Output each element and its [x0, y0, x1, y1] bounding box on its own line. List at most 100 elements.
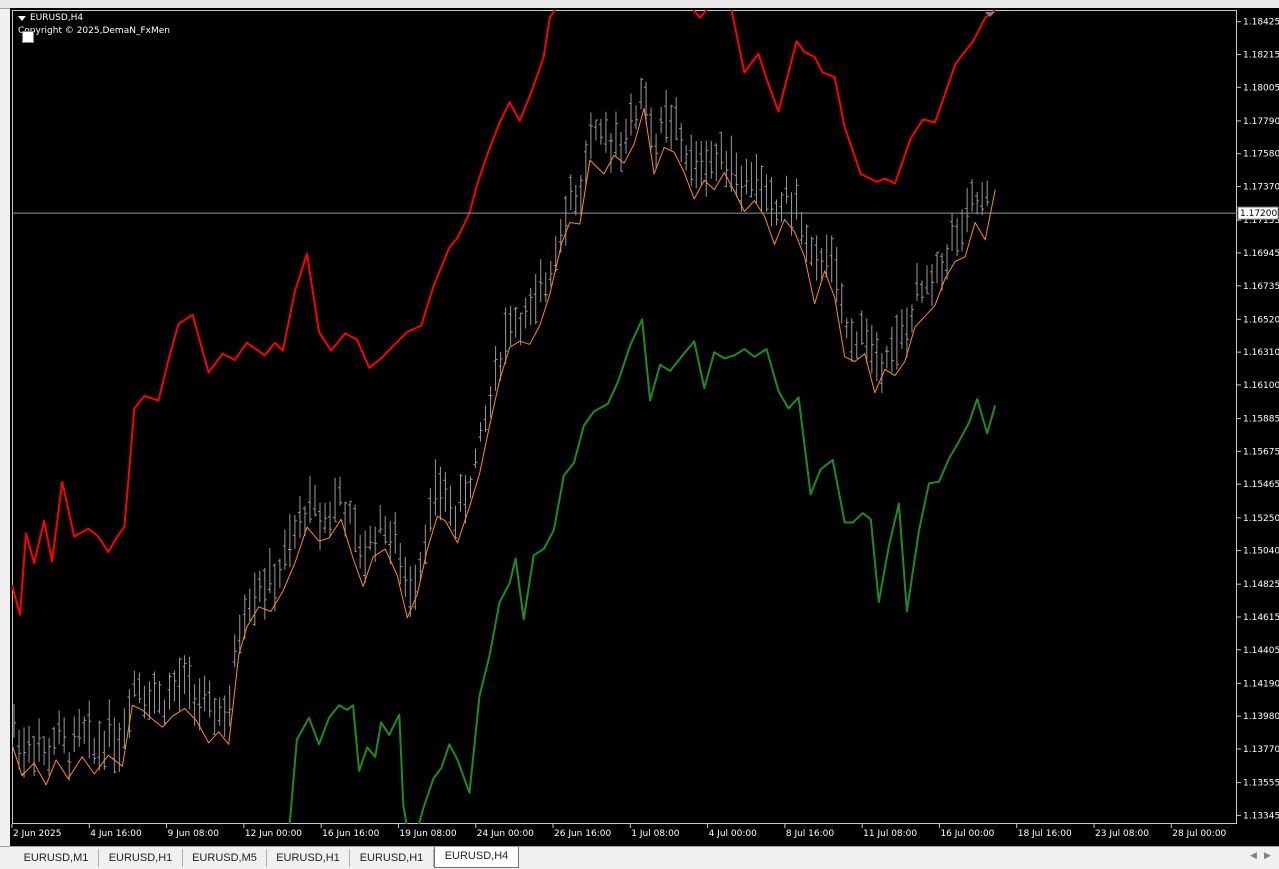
ohlc-bar	[87, 700, 92, 759]
ohlc-bar	[207, 680, 212, 718]
y-tick-label: 1.18425	[1243, 18, 1279, 28]
ohlc-bar	[624, 118, 629, 154]
ohlc-bar	[814, 235, 819, 281]
y-tick-label: 1.15250	[1243, 514, 1279, 524]
ohlc-bar	[909, 304, 914, 333]
ohlc-bar	[333, 477, 338, 523]
ohlc-bar	[839, 282, 844, 324]
y-tick-label: 1.13980	[1243, 712, 1279, 722]
ohlc-bar	[884, 345, 889, 369]
ohlc-bar	[448, 485, 453, 526]
ohlc-bar	[62, 717, 67, 754]
y-tick-label: 1.15885	[1243, 415, 1279, 425]
ohlc-bar	[217, 697, 222, 726]
x-tick-label: 4 Jul 00:00	[709, 829, 758, 839]
tab-eurusd-h1-2[interactable]: EURUSD,H1	[267, 849, 350, 867]
ohlc-bar	[980, 182, 985, 216]
x-tick-label: 26 Jun 16:00	[554, 829, 611, 839]
ohlc-bar	[102, 730, 107, 771]
ohlc-bar	[603, 111, 608, 153]
ohlc-bar	[37, 718, 42, 763]
ohlc-bar	[894, 314, 899, 370]
y-tick-label: 1.14825	[1243, 580, 1279, 590]
current-price-label: 1.17200	[1240, 209, 1277, 219]
ohlc-bar	[854, 331, 859, 359]
object-handle[interactable]	[22, 31, 34, 43]
ohlc-bar	[844, 317, 849, 339]
x-tick-label: 24 Jun 00:00	[477, 829, 534, 839]
ohlc-bar	[57, 710, 62, 745]
ohlc-bar	[889, 326, 894, 373]
ohlc-bar	[137, 672, 142, 704]
ohlc-bar	[654, 133, 659, 168]
ohlc-bar	[965, 188, 970, 233]
ohlc-bar	[167, 672, 172, 710]
x-tick-label: 4 Jun 16:00	[90, 829, 142, 839]
ohlc-bar	[107, 699, 112, 748]
ohlc-bar	[754, 154, 759, 204]
scroll-left-icon[interactable]: ◀	[1250, 851, 1257, 861]
price-chart[interactable]: 1.18425 1.18215 1.18005 1.17790 1.17580 1.173…	[10, 8, 1279, 846]
scroll-right-icon[interactable]: ▶	[1264, 851, 1271, 861]
y-tick-label: 1.16310	[1243, 348, 1279, 358]
ohlc-bar	[664, 89, 669, 143]
ohlc-bar	[940, 252, 945, 291]
ohlc-bar	[689, 134, 694, 187]
ohlc-bar	[734, 152, 739, 197]
ohlc-bar	[694, 140, 699, 189]
ohlc-bar	[147, 681, 152, 720]
ohlc-bar	[930, 263, 935, 307]
ohlc-bar	[950, 213, 955, 251]
x-tick-label: 28 Jul 00:00	[1172, 829, 1226, 839]
ohlc-bar	[829, 235, 834, 283]
ohlc-bar	[393, 512, 398, 554]
ohlc-bar	[639, 77, 644, 110]
ohlc-bar	[804, 224, 809, 262]
triangle-down-icon[interactable]	[18, 15, 26, 21]
tab-eurusd-h4[interactable]: EURUSD,H4	[434, 847, 519, 868]
ohlc-bar	[453, 505, 458, 539]
ohlc-bar	[77, 708, 82, 748]
ohlc-bar	[955, 218, 960, 257]
ohlc-bar	[267, 548, 272, 594]
tab-eurusd-h1-3[interactable]: EURUSD,H1	[350, 849, 434, 867]
ohlc-bar	[533, 274, 538, 325]
y-tick-label: 1.15675	[1243, 447, 1279, 457]
ohlc-bar	[679, 123, 684, 163]
tab-eurusd-m5[interactable]: EURUSD,M5	[183, 849, 267, 867]
ohlc-bar	[42, 736, 47, 766]
ohlc-bar	[593, 119, 598, 141]
ohlc-bar	[568, 174, 573, 211]
ohlc-bar	[92, 737, 97, 765]
ohlc-bar	[523, 297, 528, 329]
ohlc-bar	[358, 535, 363, 569]
ohlc-bar	[528, 287, 533, 326]
x-tick-label: 16 Jun 16:00	[322, 829, 379, 839]
ohlc-bar	[724, 150, 729, 188]
lower-band-line	[288, 318, 997, 824]
y-tick-label: 1.14615	[1243, 613, 1279, 623]
ohlc-bar	[478, 422, 483, 442]
ohlc-bar	[799, 211, 804, 245]
ohlc-bar	[573, 184, 578, 216]
ohlc-bar	[328, 501, 333, 538]
ohlc-bar	[613, 111, 618, 157]
ohlc-bar	[618, 131, 623, 172]
ohlc-bar	[779, 191, 784, 223]
ohlc-bar	[608, 133, 613, 173]
chart-window[interactable]: 1.18425 1.18215 1.18005 1.17790 1.17580 1.173…	[10, 8, 1279, 846]
ohlc-bar	[182, 655, 187, 694]
x-tick-label: 8 Jul 16:00	[786, 829, 835, 839]
y-tick-label: 1.16735	[1243, 282, 1279, 292]
tab-eurusd-m1[interactable]: EURUSD,M1	[14, 849, 99, 867]
chart-tab-bar: EURUSD,M1 EURUSD,H1 EURUSD,M5 EURUSD,H1 …	[0, 846, 1279, 869]
chart-symbol-header: EURUSD,H4	[18, 13, 83, 23]
ohlc-bar	[699, 141, 704, 185]
ohlc-bar	[458, 473, 463, 512]
ohlc-bar	[769, 177, 774, 227]
ohlc-bar	[709, 140, 714, 179]
ohlc-bar	[924, 265, 929, 295]
tab-eurusd-h1[interactable]: EURUSD,H1	[99, 849, 183, 867]
ohlc-bar	[899, 309, 904, 349]
ohlc-bar	[970, 179, 975, 212]
